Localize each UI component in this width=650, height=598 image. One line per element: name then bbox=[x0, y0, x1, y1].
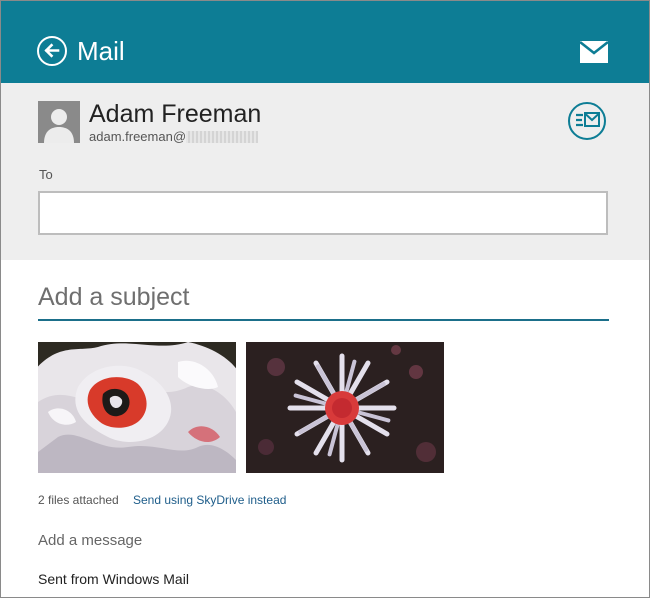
message-body-input[interactable]: Add a message bbox=[38, 532, 142, 549]
daisy-photo bbox=[246, 342, 444, 473]
attachment-thumbnail-daisy[interactable] bbox=[246, 342, 444, 473]
back-button[interactable] bbox=[37, 36, 67, 66]
avatar bbox=[38, 101, 80, 143]
compose-header: Adam Freeman adam.freeman@ To bbox=[1, 83, 649, 260]
sender-name: Adam Freeman bbox=[89, 100, 262, 128]
mail-compose-window: Mail Adam Freeman adam.freeman@ To Add a… bbox=[0, 0, 650, 598]
back-arrow-icon bbox=[44, 43, 60, 58]
envelope-icon bbox=[579, 40, 609, 63]
sender-email: adam.freeman@ bbox=[89, 129, 259, 144]
to-field[interactable] bbox=[38, 191, 608, 235]
attachment-thumbnail-carnation[interactable] bbox=[38, 342, 236, 473]
subject-input[interactable] bbox=[38, 275, 609, 321]
app-header-bar: Mail bbox=[1, 1, 649, 83]
mail-button[interactable] bbox=[579, 40, 609, 63]
carnation-photo bbox=[38, 342, 236, 473]
person-icon bbox=[38, 101, 80, 143]
to-label: To bbox=[39, 167, 53, 182]
app-title: Mail bbox=[77, 36, 125, 66]
send-mail-icon bbox=[576, 112, 600, 127]
signature-text: Sent from Windows Mail bbox=[38, 571, 189, 587]
redacted-domain bbox=[186, 131, 259, 143]
sender-email-text: adam.freeman@ bbox=[89, 129, 187, 144]
attachment-count: 2 files attached bbox=[38, 493, 119, 507]
send-using-skydrive-link[interactable]: Send using SkyDrive instead bbox=[133, 493, 286, 507]
send-button[interactable] bbox=[568, 102, 606, 140]
